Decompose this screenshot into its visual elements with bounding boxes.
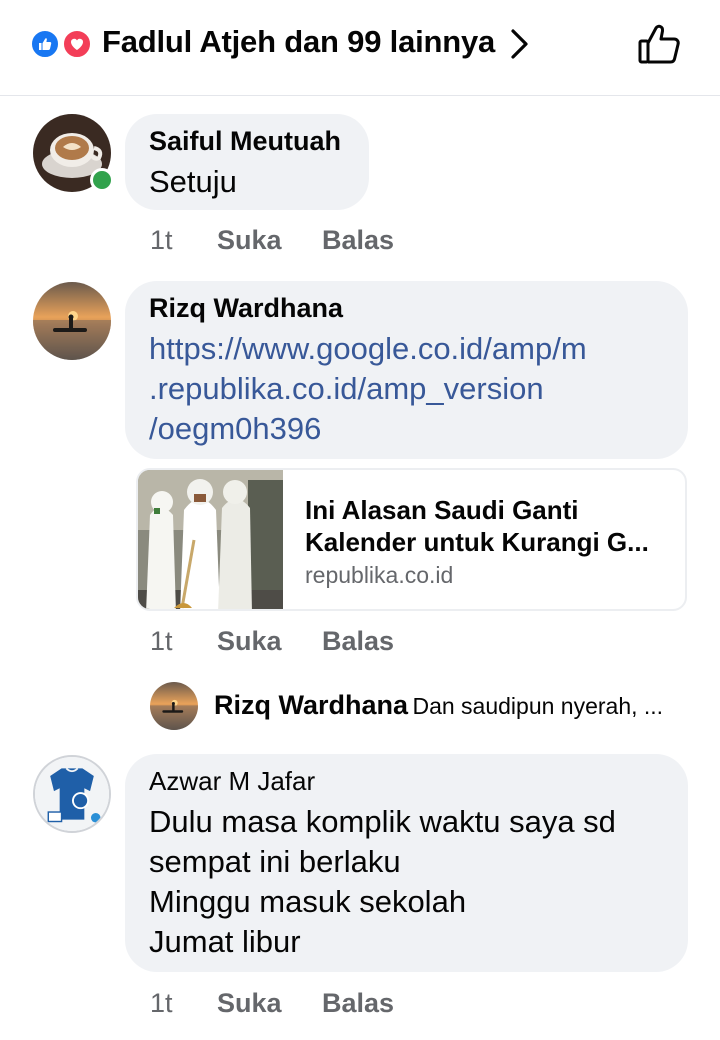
like-button[interactable]: Suka [217,626,282,657]
link-preview-card[interactable]: Ini Alasan Saudi Ganti Kalender untuk Ku… [136,468,687,611]
comment-author[interactable]: Saiful Meutuah [149,126,341,157]
comment-text-line: Jumat libur [149,924,301,959]
reply-text: Dan saudipun nyerah, ... [412,693,664,719]
reply-avatar-rizq-wardhana[interactable] [150,682,198,730]
reply-button[interactable]: Balas [322,626,394,657]
comment-text: Setuju [149,164,237,199]
link-preview-title-line: Ini Alasan Saudi Ganti [305,495,579,525]
comment-link-line[interactable]: /oegm0h396 [149,409,321,449]
comment-timestamp[interactable]: 1t [150,225,173,256]
comment-author[interactable]: Rizq Wardhana [149,293,343,324]
like-reaction-icon [30,29,60,59]
like-button[interactable]: Suka [217,225,282,256]
reactions-header[interactable]: Fadlul Atjeh dan 99 lainnya [0,0,720,96]
reply-preview[interactable]: Rizq Wardhana Dan saudipun nyerah, ... [214,690,684,721]
comment-link-line[interactable]: .republika.co.id/amp_version [149,369,544,409]
avatar-rizq-wardhana[interactable] [33,282,111,360]
comment-timestamp[interactable]: 1t [150,988,173,1019]
chevron-right-icon[interactable] [506,26,532,62]
link-preview-title-line: Kalender untuk Kurangi G... [305,527,649,557]
love-reaction-icon [62,29,92,59]
comment-link-line[interactable]: https://www.google.co.id/amp/m [149,329,587,369]
comment-timestamp[interactable]: 1t [150,626,173,657]
online-status-indicator [90,168,114,192]
link-preview-image [138,470,283,609]
reply-button[interactable]: Balas [322,225,394,256]
link-preview-domain: republika.co.id [305,562,454,588]
comment-bubble[interactable]: Rizq Wardhana https://www.google.co.id/a… [125,281,688,459]
reactions-summary[interactable]: Fadlul Atjeh dan 99 lainnya [102,24,495,60]
link-preview-title[interactable]: Ini Alasan Saudi Ganti Kalender untuk Ku… [305,494,675,558]
reply-button[interactable]: Balas [322,988,394,1019]
comment-author[interactable]: Azwar M Jafar [149,766,315,797]
comment-text-line: Minggu masuk sekolah [149,884,467,919]
reply-author[interactable]: Rizq Wardhana [214,690,408,720]
avatar-azwar-m-jafar[interactable] [33,755,111,833]
comment-text-line: sempat ini berlaku [149,844,401,879]
comment-bubble[interactable]: Azwar M Jafar Dulu masa komplik waktu sa… [125,754,688,972]
reaction-icons [30,29,96,59]
comment-text-line: Dulu masa komplik waktu saya sd [149,804,616,839]
like-button[interactable]: Suka [217,988,282,1019]
thumbs-up-outline-icon[interactable] [636,22,682,68]
comment-bubble[interactable]: Saiful Meutuah Setuju [125,114,369,210]
